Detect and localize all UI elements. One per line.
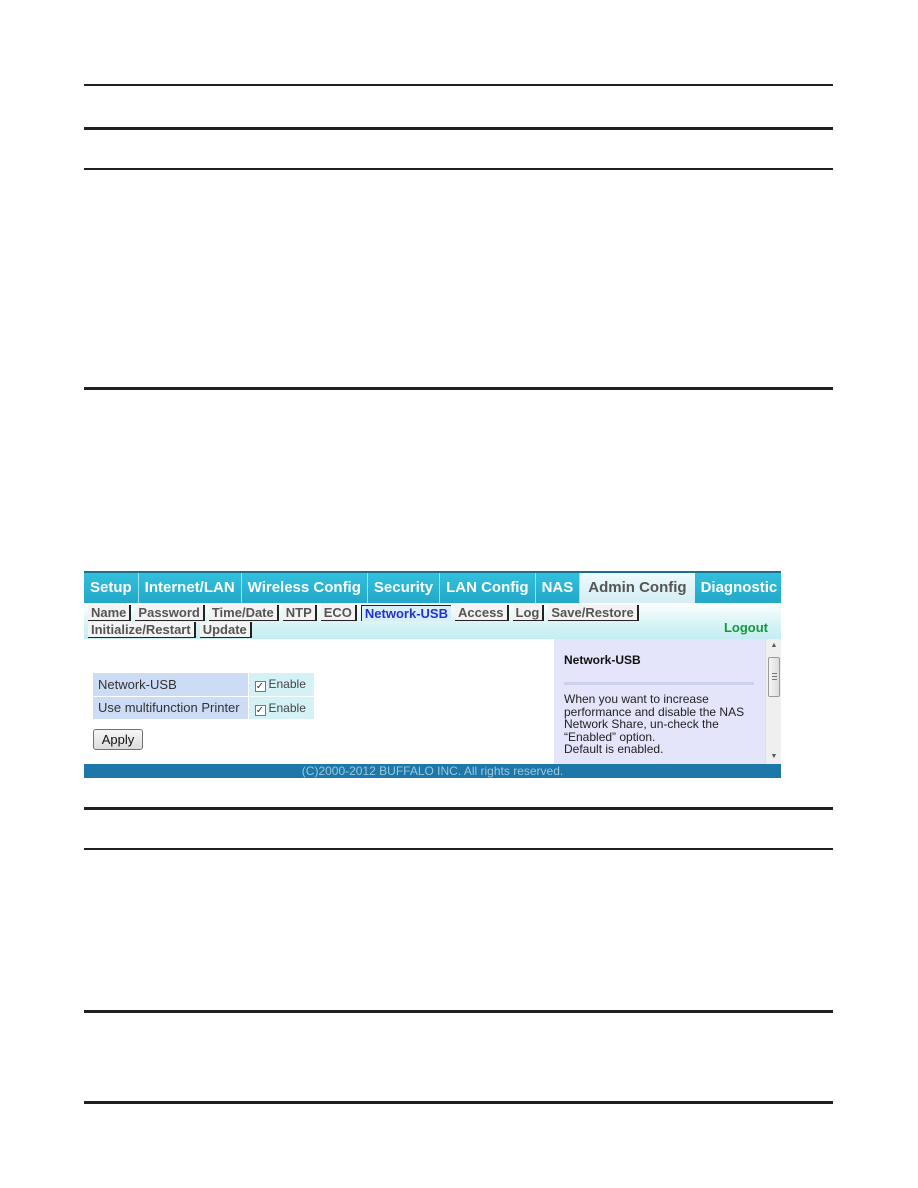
subtab-initialize-restart[interactable]: Initialize/Restart: [88, 622, 196, 638]
apply-button[interactable]: Apply: [93, 729, 143, 750]
subtab-update[interactable]: Update: [199, 622, 252, 638]
tab-diagnostic[interactable]: Diagnostic: [694, 573, 781, 603]
tab-internet-lan[interactable]: Internet/LAN: [138, 573, 242, 603]
tab-wireless-config[interactable]: Wireless Config: [241, 573, 368, 603]
subtab-network-usb[interactable]: Network-USB: [360, 605, 451, 621]
top-nav: Setup Internet/LAN Wireless Config Secur…: [84, 571, 781, 603]
settings-panel: Network-USB ✓ Enable Use multifunction Pr…: [84, 639, 554, 764]
scroll-up-arrow-icon[interactable]: ▲: [766, 639, 781, 653]
router-admin-screenshot: Setup Internet/LAN Wireless Config Secur…: [84, 571, 781, 778]
network-usb-enable-checkbox[interactable]: ✓: [254, 681, 266, 693]
page-rule: [84, 1101, 833, 1104]
help-panel: Network-USB When you want to increase pe…: [554, 639, 765, 764]
subtab-password[interactable]: Password: [135, 605, 205, 621]
subtab-access[interactable]: Access: [455, 605, 509, 621]
multifunction-printer-enable-checkbox[interactable]: ✓: [254, 704, 266, 716]
help-divider: [564, 682, 754, 685]
table-row: Network-USB ✓ Enable: [93, 673, 314, 697]
grip-icon: [772, 676, 777, 677]
page-rule: [84, 807, 833, 810]
help-text-line: Network Share, un-check the: [564, 717, 719, 731]
tab-lan-config[interactable]: LAN Config: [440, 573, 536, 603]
setting-label: Use multifunction Printer: [93, 696, 248, 720]
checkbox-label: Enable: [268, 677, 306, 692]
tab-security[interactable]: Security: [367, 573, 441, 603]
subtab-time-date[interactable]: Time/Date: [208, 605, 279, 621]
page-rule: [84, 848, 833, 850]
logout-link[interactable]: Logout: [724, 620, 768, 635]
setting-value: ✓ Enable: [247, 696, 314, 720]
scrollbar-thumb[interactable]: [768, 657, 780, 697]
page-rule: [84, 84, 833, 86]
subtab-save-restore[interactable]: Save/Restore: [548, 605, 639, 621]
checkbox-label: Enable: [268, 700, 306, 715]
help-text-line: When you want to increase: [564, 692, 709, 706]
sub-nav: Name Password Time/Date NTP ECO Network-…: [84, 603, 781, 639]
tab-setup[interactable]: Setup: [84, 573, 139, 603]
tab-nas[interactable]: NAS: [535, 573, 581, 603]
subtab-ntp[interactable]: NTP: [282, 605, 317, 621]
sub-nav-row: Name Password Time/Date NTP ECO Network-…: [88, 605, 639, 621]
setting-label: Network-USB: [93, 673, 248, 697]
tab-admin-config[interactable]: Admin Config: [580, 573, 695, 603]
page-rule: [84, 127, 833, 130]
help-text-line: Default is enabled.: [564, 742, 664, 756]
table-row: Use multifunction Printer ✓ Enable: [93, 696, 314, 720]
page-rule: [84, 387, 833, 390]
scroll-down-arrow-icon[interactable]: ▼: [766, 750, 781, 764]
help-title: Network-USB: [564, 653, 641, 667]
page-rule: [84, 1010, 833, 1013]
subtab-log[interactable]: Log: [512, 605, 545, 621]
copyright-footer: (C)2000-2012 BUFFALO INC. All rights res…: [84, 764, 781, 778]
help-text: When you want to increase performance an…: [564, 693, 764, 756]
subtab-name[interactable]: Name: [88, 605, 132, 621]
grip-icon: [772, 679, 777, 680]
sub-nav-row: Initialize/Restart Update: [88, 622, 252, 638]
help-scrollbar[interactable]: ▲ ▼: [765, 639, 781, 764]
setting-value: ✓ Enable: [247, 673, 314, 697]
grip-icon: [772, 673, 777, 674]
settings-table: Network-USB ✓ Enable Use multifunction Pr…: [93, 673, 314, 720]
page-rule: [84, 168, 833, 170]
subtab-eco[interactable]: ECO: [320, 605, 357, 621]
